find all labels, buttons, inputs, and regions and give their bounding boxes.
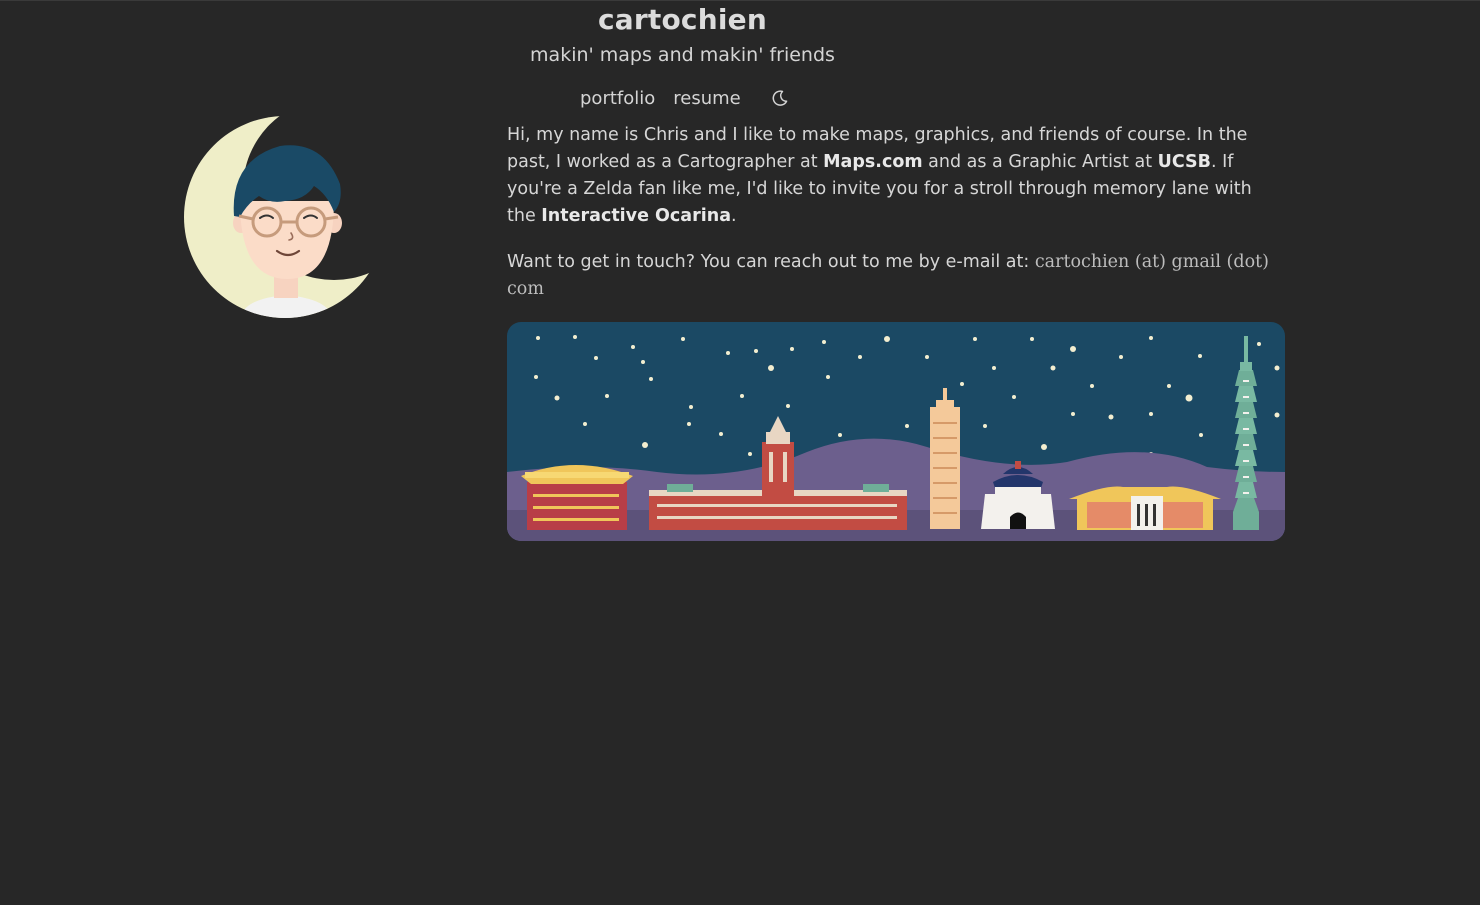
ucsb-highlight: UCSB — [1157, 152, 1211, 172]
far-eastern-tower — [930, 388, 960, 529]
bio-paragraph: Hi, my name is Chris and I like to make … — [507, 122, 1285, 230]
interactive-ocarina-highlight: Interactive Ocarina — [541, 206, 732, 226]
site-tagline: makin' maps and makin' friends — [530, 44, 835, 66]
site-title: cartochien — [598, 3, 767, 36]
main-nav: portfolio resume — [580, 86, 789, 110]
nav-link-portfolio[interactable]: portfolio — [580, 88, 655, 109]
main-content: Hi, my name is Chris and I like to make … — [507, 122, 1285, 303]
contact-paragraph: Want to get in touch? You can reach out … — [507, 249, 1285, 303]
bio-text: . — [731, 206, 737, 226]
grand-hotel — [521, 465, 633, 530]
contact-text: Want to get in touch? You can reach out … — [507, 252, 1035, 272]
avatar-illustration — [184, 116, 373, 318]
nav-link-resume[interactable]: resume — [673, 88, 740, 109]
skyline-banner — [507, 322, 1285, 541]
maps-com-highlight: Maps.com — [823, 152, 923, 172]
top-border — [0, 0, 1480, 1]
national-theater — [1069, 486, 1221, 530]
bio-text: and as a Graphic Artist at — [922, 152, 1158, 172]
moon-icon[interactable] — [771, 89, 789, 107]
